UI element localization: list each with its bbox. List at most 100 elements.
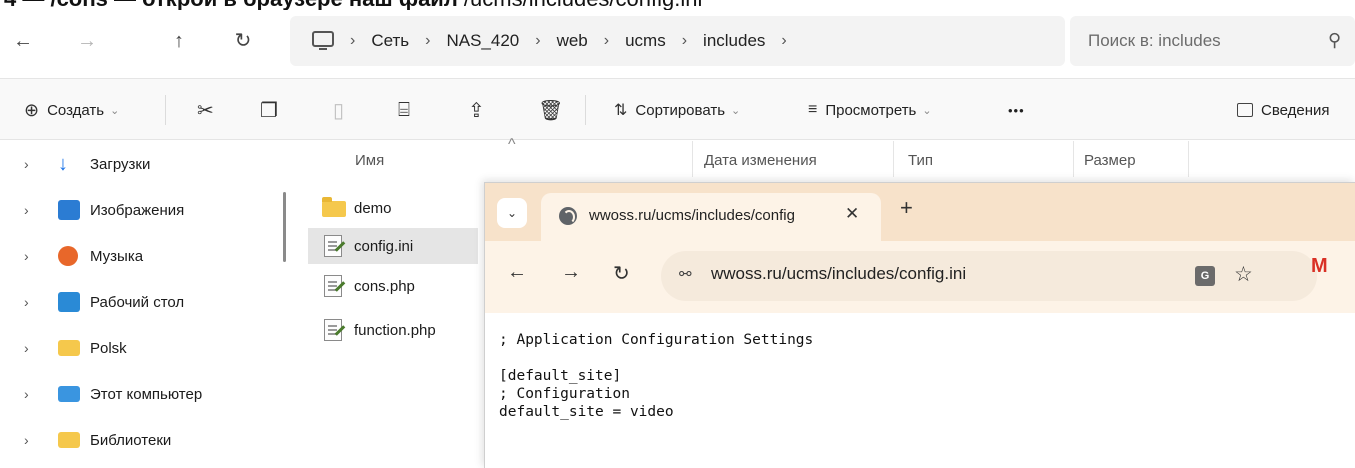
forward-icon[interactable]: → (72, 26, 102, 56)
more-button[interactable]: ••• (1008, 97, 1025, 123)
sidebar-item-downloads[interactable]: › ↓ Загрузки (0, 141, 280, 187)
sidebar-item-label: Загрузки (90, 155, 151, 173)
address-bar[interactable]: › Сеть › NAS_420 › web › ucms › includes… (290, 16, 1065, 66)
folder-icon (322, 197, 346, 217)
music-icon (58, 246, 78, 266)
view-lines-icon: ≡ (808, 101, 818, 118)
sidebar-item-music[interactable]: › Музыка (0, 233, 280, 279)
rename-icon: ⌸ (398, 98, 410, 121)
refresh-icon[interactable]: ↻ (228, 26, 258, 56)
download-icon: ↓ (58, 153, 68, 175)
file-name: function.php (354, 321, 436, 339)
divider (165, 95, 166, 125)
new-label: Создать (47, 101, 105, 119)
share-button[interactable]: ⇪ (468, 97, 485, 123)
forward-icon[interactable]: → (561, 261, 581, 284)
chevron-right-icon[interactable]: › (604, 32, 609, 50)
navigation-pane: › ↓ Загрузки › Изображения › Музыка › Ра… (0, 141, 282, 468)
details-pane-icon (1237, 103, 1253, 117)
chevron-right-icon[interactable]: › (24, 294, 29, 310)
sidebar-item-desktop[interactable]: › Рабочий стол (0, 279, 280, 325)
breadcrumb-item[interactable]: Сеть (371, 31, 409, 51)
chevron-right-icon[interactable]: › (24, 156, 29, 172)
breadcrumb: › Сеть › NAS_420 › web › ucms › includes… (350, 30, 803, 52)
up-icon[interactable]: ↑ (164, 26, 194, 56)
config-line: ; Application Configuration Settings (499, 332, 814, 348)
reload-icon[interactable]: ↻ (613, 261, 630, 286)
breadcrumb-item[interactable]: ucms (625, 31, 666, 51)
chevron-right-icon[interactable]: › (781, 32, 786, 50)
pane-splitter[interactable] (283, 192, 286, 262)
translate-icon[interactable]: G (1195, 266, 1215, 286)
sidebar-item-label: Этот компьютер (90, 385, 203, 403)
breadcrumb-item[interactable]: web (557, 31, 588, 51)
instruction-heading: 4 — /cons — открой в браузере наш файл /… (0, 0, 1355, 10)
text-file-icon (324, 235, 342, 257)
file-row[interactable]: demo (308, 190, 478, 226)
chevron-right-icon[interactable]: › (24, 202, 29, 218)
chevron-right-icon[interactable]: › (24, 248, 29, 264)
back-icon[interactable]: ← (507, 261, 527, 284)
bookmark-star-icon[interactable]: ☆ (1234, 262, 1253, 287)
sort-ascending-icon: ^ (508, 136, 516, 153)
sidebar-item-label: Polsk (90, 339, 127, 357)
view-button[interactable]: ≡ Просмотреть ⌄ (808, 97, 932, 123)
cut-button[interactable]: ✂ (197, 97, 214, 123)
plus-circle-icon: ⊕ (24, 99, 40, 120)
chevron-right-icon[interactable]: › (535, 32, 540, 50)
rename-button[interactable]: ⌸ (398, 97, 410, 123)
copy-button[interactable]: ❐ (260, 97, 278, 123)
column-separator[interactable] (1073, 141, 1074, 177)
column-separator[interactable] (692, 141, 693, 177)
back-icon[interactable]: ← (8, 26, 38, 56)
file-name: demo (354, 199, 392, 217)
tab-title: wwoss.ru/ucms/includes/config (589, 207, 795, 224)
chevron-right-icon[interactable]: › (682, 32, 687, 50)
browser-tab[interactable]: wwoss.ru/ucms/includes/config ✕ (541, 193, 881, 241)
file-row[interactable]: cons.php (308, 268, 478, 304)
sidebar-item-this-pc[interactable]: › Этот компьютер (0, 371, 280, 417)
scissors-icon: ✂ (197, 99, 214, 122)
tab-search-button[interactable]: ⌄ (497, 198, 527, 228)
details-button[interactable]: Сведения (1237, 97, 1330, 123)
new-button[interactable]: ⊕ Создать ⌄ (24, 97, 119, 123)
sidebar-item-libraries[interactable]: › Библиотеки (0, 417, 280, 463)
details-label: Сведения (1261, 101, 1330, 119)
column-header-name[interactable]: Имя (355, 152, 384, 188)
gmail-icon[interactable]: M (1311, 255, 1328, 278)
search-icon[interactable]: ⚲ (1328, 30, 1341, 51)
paste-icon: ▯ (333, 99, 345, 122)
computer-icon (58, 386, 80, 402)
site-info-icon[interactable]: ⚯ (679, 265, 692, 283)
heading-path: /ucms/includes/config.ini (458, 0, 702, 10)
file-row[interactable]: function.php (308, 312, 478, 348)
close-icon[interactable]: ✕ (845, 204, 859, 224)
chevron-down-icon: ⌄ (731, 104, 741, 117)
sidebar-item-polsk[interactable]: › Polsk (0, 325, 280, 371)
new-tab-icon[interactable]: + (900, 195, 913, 221)
file-row[interactable]: config.ini (308, 228, 478, 264)
paste-button[interactable]: ▯ (333, 97, 344, 123)
chevron-right-icon[interactable]: › (350, 32, 355, 50)
chevron-right-icon[interactable]: › (24, 340, 29, 356)
chevron-right-icon[interactable]: › (24, 432, 29, 448)
globe-icon (559, 207, 577, 225)
column-separator[interactable] (893, 141, 894, 177)
column-separator[interactable] (1188, 141, 1189, 177)
chevron-right-icon[interactable]: › (24, 386, 29, 402)
chevron-right-icon[interactable]: › (425, 32, 430, 50)
browser-toolbar: ← → ↻ ⚯ wwoss.ru/ucms/includes/config.in… (485, 241, 1355, 313)
breadcrumb-item[interactable]: includes (703, 31, 765, 51)
sort-label: Сортировать (635, 101, 726, 119)
breadcrumb-item[interactable]: NAS_420 (446, 31, 519, 51)
omnibox[interactable]: ⚯ wwoss.ru/ucms/includes/config.ini G ☆ (661, 251, 1317, 301)
search-input[interactable]: Поиск в: includes ⚲ (1070, 16, 1355, 66)
explorer-address-row: ← → ↑ ↻ › Сеть › NAS_420 › web › ucms › … (0, 10, 1355, 78)
url-text[interactable]: wwoss.ru/ucms/includes/config.ini (711, 264, 966, 284)
folder-icon (58, 432, 80, 448)
divider (585, 95, 586, 125)
config-line (499, 349, 813, 367)
sidebar-item-pictures[interactable]: › Изображения (0, 187, 280, 233)
delete-button[interactable]: 🗑 (538, 97, 563, 123)
sort-button[interactable]: ⇅ Сортировать ⌄ (614, 97, 740, 123)
